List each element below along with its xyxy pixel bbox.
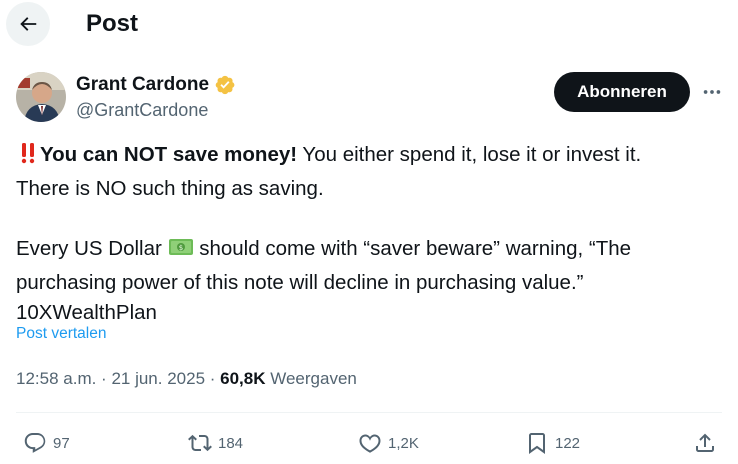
post-para2-start: Every US Dollar [16, 237, 168, 260]
bookmark-icon [529, 433, 545, 454]
divider [16, 412, 722, 413]
post-text: You can NOT save money! You either spend… [16, 140, 716, 328]
post-date[interactable]: 21 jun. 2025 [111, 369, 205, 388]
like-button[interactable]: 1,2K [358, 428, 419, 458]
reply-count: 97 [53, 434, 70, 452]
like-count: 1,2K [388, 434, 419, 452]
post-paragraph-2: Every US Dollar $ should come with “save… [16, 234, 716, 268]
reply-icon [24, 433, 46, 453]
dollar-banknote-emoji-icon: $ [168, 235, 194, 268]
more-button[interactable] [698, 80, 726, 104]
more-icon [703, 90, 721, 94]
subscribe-button[interactable]: Abonneren [554, 72, 690, 112]
meta-separator: · [96, 369, 112, 388]
post-line-1-rest: You either spend it, lose it or invest i… [297, 143, 642, 166]
author-name-row[interactable]: Grant Cardone [76, 74, 236, 96]
author-name[interactable]: Grant Cardone [76, 74, 209, 96]
repost-icon [188, 434, 212, 452]
avatar[interactable] [16, 72, 66, 122]
svg-text:$: $ [178, 244, 182, 252]
post-time[interactable]: 12:58 a.m. [16, 369, 96, 388]
repost-count: 184 [218, 434, 244, 452]
share-icon [696, 433, 714, 452]
bookmark-count: 122 [555, 434, 581, 452]
back-button[interactable] [6, 2, 50, 46]
bookmark-button[interactable]: 122 [525, 428, 580, 458]
post-meta: 12:58 a.m. · 21 jun. 2025 · 60,8K Weerga… [16, 367, 357, 391]
verified-badge-icon[interactable] [214, 74, 236, 96]
post-headline: You can NOT save money! [40, 143, 298, 166]
share-button[interactable] [693, 428, 717, 458]
post-para2-line2: purchasing power of this note will decli… [16, 271, 584, 294]
post-line-2: There is NO such thing as saving. [16, 177, 324, 200]
reply-button[interactable]: 97 [23, 428, 70, 458]
meta-separator: · [205, 369, 221, 388]
page-title: Post [86, 10, 139, 37]
double-exclamation-emoji-icon [16, 141, 40, 174]
post-hashtag-line: 10XWealthPlan [16, 301, 157, 324]
views-label: Weergaven [265, 369, 357, 388]
heart-icon [359, 434, 381, 453]
arrow-left-icon [20, 17, 37, 31]
post-para2-rest: should come with “saver beware” warning,… [193, 237, 632, 260]
post-line-1: You can NOT save money! You either spend… [16, 140, 716, 174]
author-handle[interactable]: @GrantCardone [76, 99, 208, 121]
repost-button[interactable]: 184 [188, 428, 243, 458]
views-count: 60,8K [220, 369, 266, 388]
translate-post-link[interactable]: Post vertalen [16, 325, 106, 343]
